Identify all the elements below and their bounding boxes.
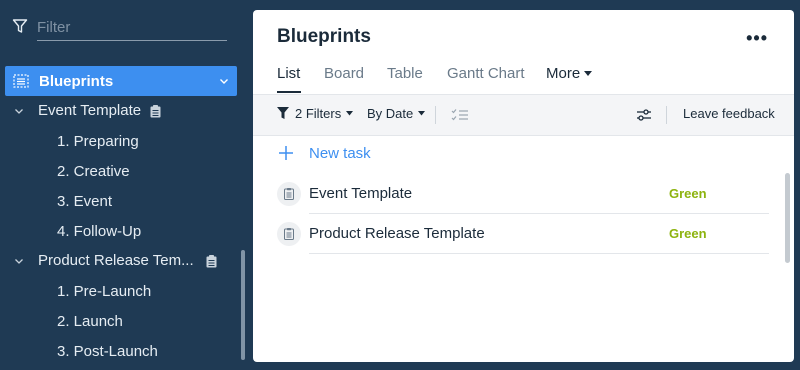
tree-item-label: 3. Event [57,192,113,210]
template-icon [206,255,217,268]
template-icon [277,222,301,246]
tree-item-label: 1. Pre-Launch [57,282,152,300]
filters-label: 2 Filters [295,106,342,121]
template-icon [150,105,161,118]
main-panel: Blueprints ••• List Board Table Gantt Ch… [253,10,794,362]
blueprint-icon [13,74,29,88]
caret-down-icon [418,111,426,116]
filter-icon [277,107,289,119]
tree-group-label: Product Release Tem... [38,252,194,269]
row-divider [309,253,769,254]
leave-feedback-button[interactable]: Leave feedback [683,106,775,121]
caret-down-icon [346,111,354,116]
sort-label: By Date [367,106,414,121]
new-task-button[interactable]: New task [277,144,371,162]
toolbar-divider [666,106,667,124]
filter-row [0,0,252,48]
tab-list[interactable]: List [277,65,300,82]
tree-item[interactable]: 3. Post-Launch [57,336,158,366]
sidebar: Blueprints Event Template 1. Preparing 2… [0,0,252,370]
tree-group-label: Event Template [38,102,142,119]
tab-table[interactable]: Table [387,65,423,82]
toolbar: 2 Filters By Date Leave feedback [253,94,794,136]
view-tabs: List Board Table Gantt Chart More [253,60,794,94]
sidebar-scrollbar[interactable] [241,250,245,360]
chevron-down-icon[interactable] [14,256,24,266]
sidebar-item-label: Blueprints [39,72,114,90]
table-row[interactable]: Event Template Green [277,174,769,214]
chevron-down-icon[interactable] [219,76,229,86]
toolbar-divider [435,106,436,124]
tree-item[interactable]: 2. Launch [57,306,123,336]
tree-item[interactable]: 3. Event [57,186,112,216]
leave-feedback-label: Leave feedback [683,106,775,121]
row-name: Product Release Template [309,225,485,242]
more-options-icon[interactable]: ••• [746,28,768,49]
tree-item-label: 4. Follow-Up [57,222,142,240]
tree-item[interactable]: 1. Pre-Launch [57,276,151,306]
table-row[interactable]: Product Release Template Green [277,214,769,254]
tree-item[interactable]: 2. Creative [57,156,130,186]
settings-sliders-icon[interactable] [636,107,652,123]
filter-input[interactable] [37,14,227,41]
tree-item[interactable]: 4. Follow-Up [57,216,141,246]
tab-board[interactable]: Board [324,65,364,82]
sort-button[interactable]: By Date [367,106,426,121]
row-name: Event Template [309,185,413,202]
template-icon [277,182,301,206]
sidebar-item-blueprints[interactable]: Blueprints [5,66,237,96]
chevron-down-icon[interactable] [14,106,24,116]
plus-icon [279,146,293,160]
main-scrollbar[interactable] [785,173,790,263]
tree-item-label: 3. Post-Launch [57,342,158,360]
tree-item-label: 2. Creative [57,162,130,180]
tab-more[interactable]: More [546,65,593,82]
caret-down-icon [584,71,593,77]
tree-item-label: 2. Launch [57,312,123,330]
filter-icon [12,19,28,33]
tab-gantt-chart[interactable]: Gantt Chart [447,65,525,82]
active-tab-indicator [277,91,301,93]
page-title: Blueprints [277,26,371,47]
tree-item-label: 1. Preparing [57,132,139,150]
new-task-label: New task [309,144,371,162]
status-badge: Green [669,186,707,201]
tree-item[interactable]: 1. Preparing [57,126,139,156]
checklist-icon[interactable] [451,108,469,122]
tree-group-product-release[interactable]: Product Release Tem... [0,246,240,276]
filters-button[interactable]: 2 Filters [277,106,354,121]
status-badge: Green [669,226,707,241]
tab-more-label: More [546,65,581,82]
tree-group-event-template[interactable]: Event Template [0,96,240,126]
